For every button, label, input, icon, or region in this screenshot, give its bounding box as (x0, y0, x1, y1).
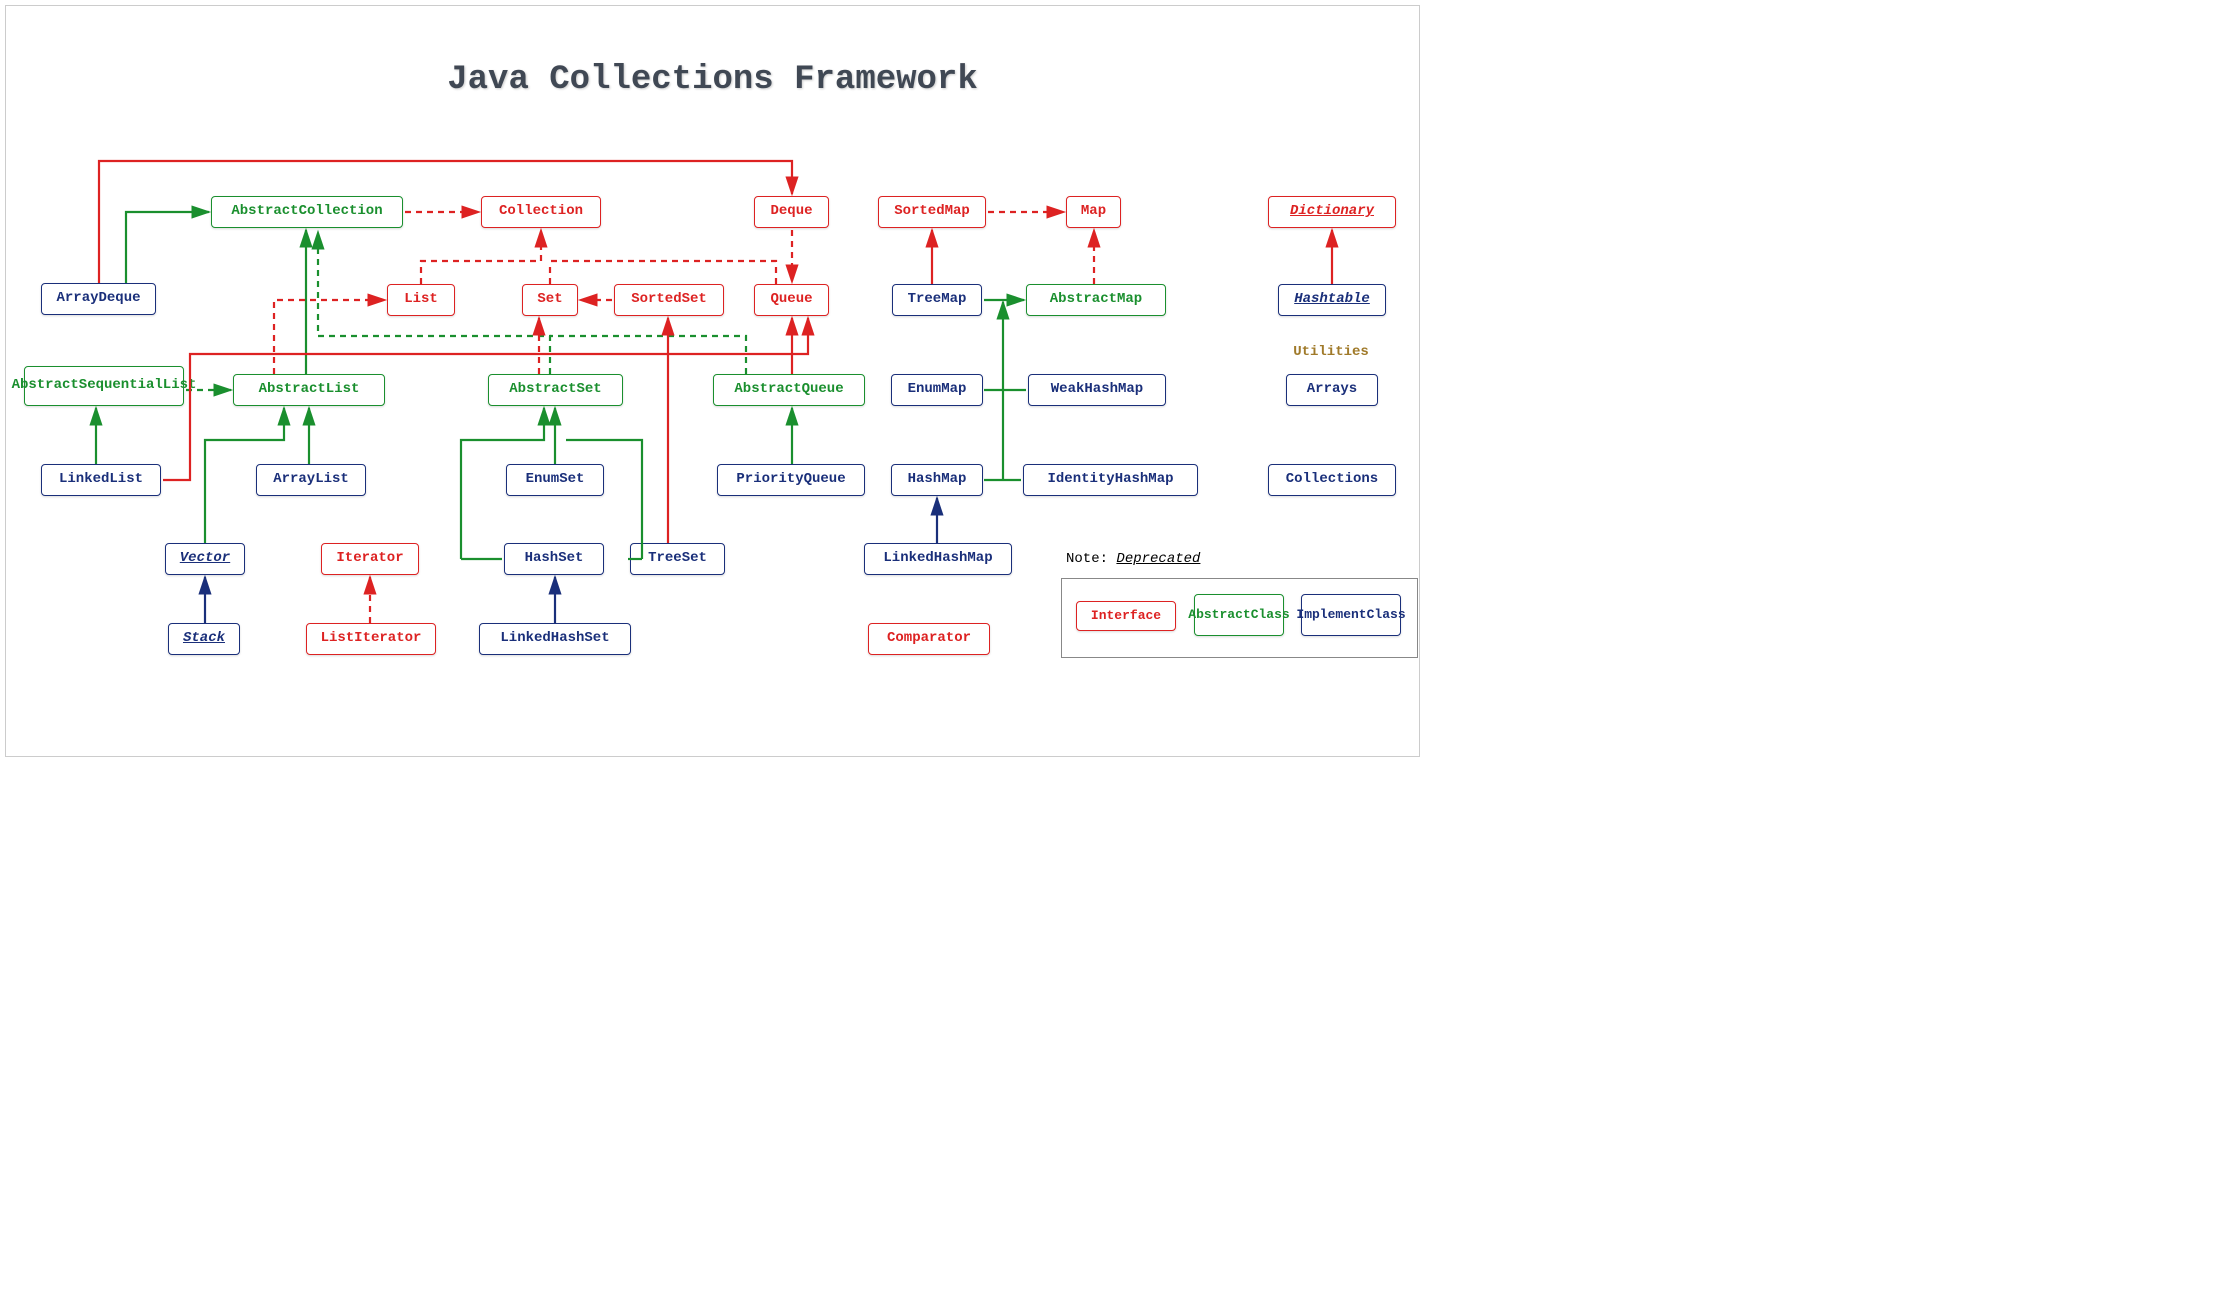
node-weakhashmap: WeakHashMap (1028, 374, 1166, 406)
node-list: List (387, 284, 455, 316)
legend-implement: ImplementClass (1301, 594, 1401, 636)
node-queue: Queue (754, 284, 829, 316)
node-abstractcollection: AbstractCollection (211, 196, 403, 228)
node-linkedhashset: LinkedHashSet (479, 623, 631, 655)
node-linkedlist: LinkedList (41, 464, 161, 496)
node-hashset: HashSet (504, 543, 604, 575)
node-arraydeque: ArrayDeque (41, 283, 156, 315)
node-comparator: Comparator (868, 623, 990, 655)
node-priorityqueue: PriorityQueue (717, 464, 865, 496)
node-hashmap: HashMap (891, 464, 983, 496)
node-hashtable: Hashtable (1278, 284, 1386, 316)
node-enumset: EnumSet (506, 464, 604, 496)
node-dictionary: Dictionary (1268, 196, 1396, 228)
node-collection: Collection (481, 196, 601, 228)
node-enummap: EnumMap (891, 374, 983, 406)
note-deprecated: Note: Deprecated (1066, 551, 1200, 567)
diagram-title: Java Collections Framework (6, 61, 1419, 99)
node-vector: Vector (165, 543, 245, 575)
node-abstractmap: AbstractMap (1026, 284, 1166, 316)
node-iterator: Iterator (321, 543, 419, 575)
utilities-label: Utilities (1281, 344, 1381, 360)
node-abstractset: AbstractSet (488, 374, 623, 406)
node-identityhashmap: IdentityHashMap (1023, 464, 1198, 496)
node-arrays: Arrays (1286, 374, 1378, 406)
legend-interface: Interface (1076, 601, 1176, 631)
node-treeset: TreeSet (630, 543, 725, 575)
node-sortedset: SortedSet (614, 284, 724, 316)
node-linkedhashmap: LinkedHashMap (864, 543, 1012, 575)
node-stack: Stack (168, 623, 240, 655)
diagram-canvas: Java Collections Framework AbstractColle… (5, 5, 1420, 757)
node-abstractlist: AbstractList (233, 374, 385, 406)
node-treemap: TreeMap (892, 284, 982, 316)
node-abstractsequentiallist: AbstractSequentialList (24, 366, 184, 406)
node-collections: Collections (1268, 464, 1396, 496)
node-sortedmap: SortedMap (878, 196, 986, 228)
legend-abstract: AbstractClass (1194, 594, 1284, 636)
node-deque: Deque (754, 196, 829, 228)
node-arraylist: ArrayList (256, 464, 366, 496)
node-map: Map (1066, 196, 1121, 228)
node-listiterator: ListIterator (306, 623, 436, 655)
node-set: Set (522, 284, 578, 316)
node-abstractqueue: AbstractQueue (713, 374, 865, 406)
